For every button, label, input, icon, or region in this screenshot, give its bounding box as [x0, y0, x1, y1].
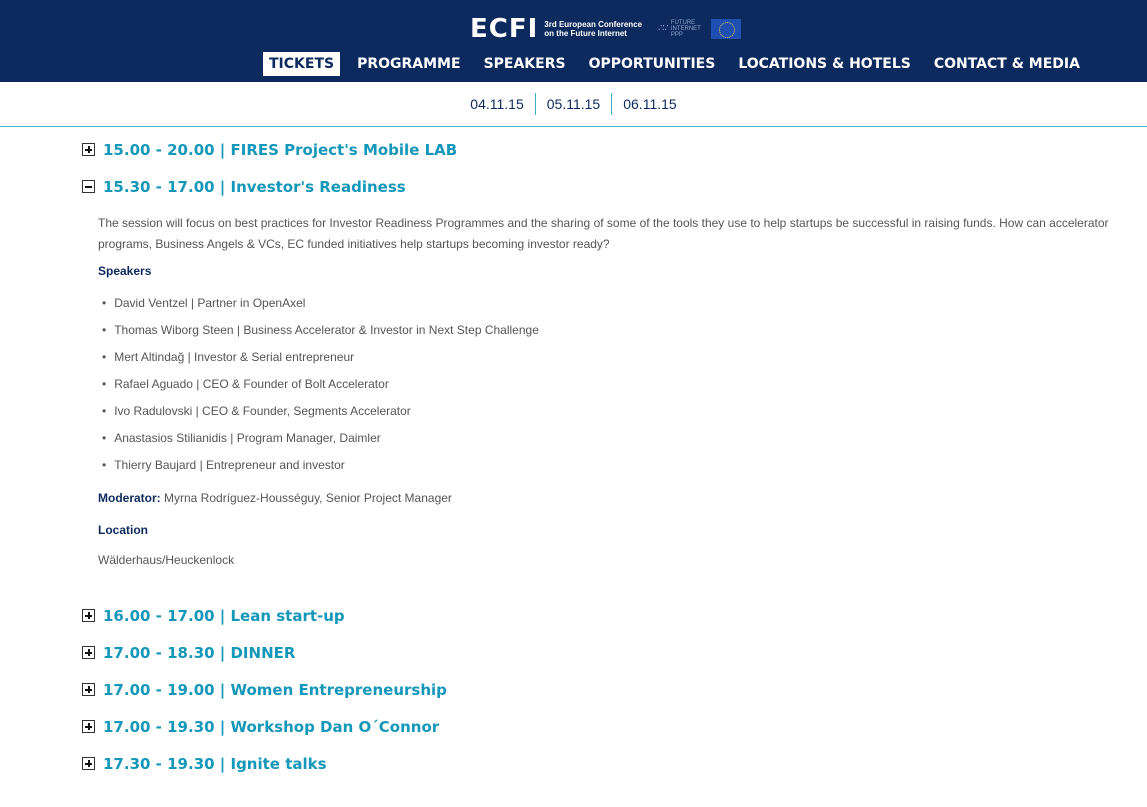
- session-title[interactable]: 17.00 - 18.30 | DINNER: [103, 644, 295, 662]
- session-toggle[interactable]: 17.00 - 18.30 | DINNER: [82, 634, 1147, 671]
- session-toggle[interactable]: 17.30 - 19.30 | Ignite talks: [82, 745, 1147, 782]
- plus-box-icon[interactable]: [82, 646, 95, 659]
- session-toggle[interactable]: 17.00 - 19.00 | Women Entrepreneurship: [82, 671, 1147, 708]
- session-title[interactable]: 17.30 - 19.30 | Ignite talks: [103, 755, 327, 773]
- nav-programme[interactable]: PROGRAMME: [351, 52, 466, 76]
- session-title[interactable]: 17.00 - 19.00 | Women Entrepreneurship: [103, 681, 447, 699]
- nav-opportunities[interactable]: OPPORTUNITIES: [583, 52, 722, 76]
- minus-box-icon[interactable]: [82, 180, 95, 193]
- site-header: ECFI 3rd European Conference on the Futu…: [0, 0, 1147, 82]
- nav-speakers[interactable]: SPEAKERS: [478, 52, 572, 76]
- session-description: The session will focus on best practices…: [98, 216, 1109, 251]
- plus-box-icon[interactable]: [82, 143, 95, 156]
- speaker-item: Thomas Wiborg Steen | Business Accelerat…: [102, 317, 1147, 344]
- speaker-item: Ivo Radulovski | CEO & Founder, Segments…: [102, 398, 1147, 425]
- speaker-item: Thierry Baujard | Entrepreneur and inves…: [102, 452, 1147, 479]
- speaker-item: Rafael Aguado | CEO & Founder of Bolt Ac…: [102, 371, 1147, 398]
- location-heading: Location: [98, 523, 148, 537]
- date-tab-05-11-15[interactable]: 05.11.15: [536, 96, 611, 112]
- speaker-item: Mert Altindağ | Investor & Serial entrep…: [102, 344, 1147, 371]
- brand[interactable]: ECFI 3rd European Conference on the Futu…: [470, 14, 741, 44]
- eu-flag-icon: [710, 19, 741, 39]
- plus-box-icon[interactable]: [82, 683, 95, 696]
- nav-contact-media[interactable]: CONTACT & MEDIA: [928, 52, 1086, 76]
- conference-line1: 3rd European Conference: [544, 20, 643, 29]
- speaker-item: Anastasios Stilianidis | Program Manager…: [102, 425, 1147, 452]
- speakers-list: David Ventzel | Partner in OpenAxel Thom…: [102, 290, 1147, 479]
- session-toggle[interactable]: 15.30 - 17.00 | Investor's Readiness: [82, 168, 1147, 205]
- date-tab-04-11-15[interactable]: 04.11.15: [459, 96, 534, 112]
- session-title[interactable]: 15.30 - 17.00 | Investor's Readiness: [103, 178, 406, 196]
- nav-tickets[interactable]: TICKETS: [263, 52, 341, 76]
- session-toggle[interactable]: 17.00 - 19.30 | Workshop Dan O´Connor: [82, 708, 1147, 745]
- moderator-value: Myrna Rodríguez-Housséguy, Senior Projec…: [160, 491, 452, 505]
- conference-name: 3rd European Conference on the Future In…: [544, 20, 642, 38]
- session-detail: The session will focus on best practices…: [82, 213, 1147, 567]
- session-toggle[interactable]: 16.00 - 17.00 | Lean start-up: [82, 597, 1147, 634]
- date-tabs: 04.11.15 05.11.15 06.11.15: [0, 82, 1147, 127]
- nav-locations-hotels[interactable]: LOCATIONS & HOTELS: [732, 52, 917, 76]
- plus-box-icon[interactable]: [82, 609, 95, 622]
- session-title[interactable]: 16.00 - 17.00 | Lean start-up: [103, 607, 345, 625]
- main-nav: TICKETS PROGRAMME SPEAKERS OPPORTUNITIES…: [263, 52, 1097, 76]
- dots-icon: ∴∵: [658, 23, 669, 34]
- plus-box-icon[interactable]: [82, 757, 95, 770]
- future-internet-logo: ∴∵ FUTURE INTERNET PPP: [658, 20, 701, 38]
- moderator: Moderator: Myrna Rodríguez-Housséguy, Se…: [98, 491, 1147, 505]
- session-title[interactable]: 17.00 - 19.30 | Workshop Dan O´Connor: [103, 718, 439, 736]
- moderator-label: Moderator:: [98, 491, 161, 505]
- ecfi-logo[interactable]: ECFI: [470, 14, 538, 44]
- partner-logo-text: FUTURE INTERNET PPP: [670, 20, 701, 38]
- session-title[interactable]: 15.00 - 20.00 | FIRES Project's Mobile L…: [103, 141, 457, 159]
- programme-list: 15.00 - 20.00 | FIRES Project's Mobile L…: [0, 127, 1147, 782]
- plus-box-icon[interactable]: [82, 720, 95, 733]
- session-toggle[interactable]: 15.00 - 20.00 | FIRES Project's Mobile L…: [82, 131, 1147, 168]
- conference-line2: on the Future Internet: [544, 29, 627, 38]
- speakers-heading: Speakers: [98, 264, 152, 278]
- location-value: Wälderhaus/Heuckenlock: [98, 553, 235, 567]
- speaker-item: David Ventzel | Partner in OpenAxel: [102, 290, 1147, 317]
- date-tab-06-11-15[interactable]: 06.11.15: [612, 96, 687, 112]
